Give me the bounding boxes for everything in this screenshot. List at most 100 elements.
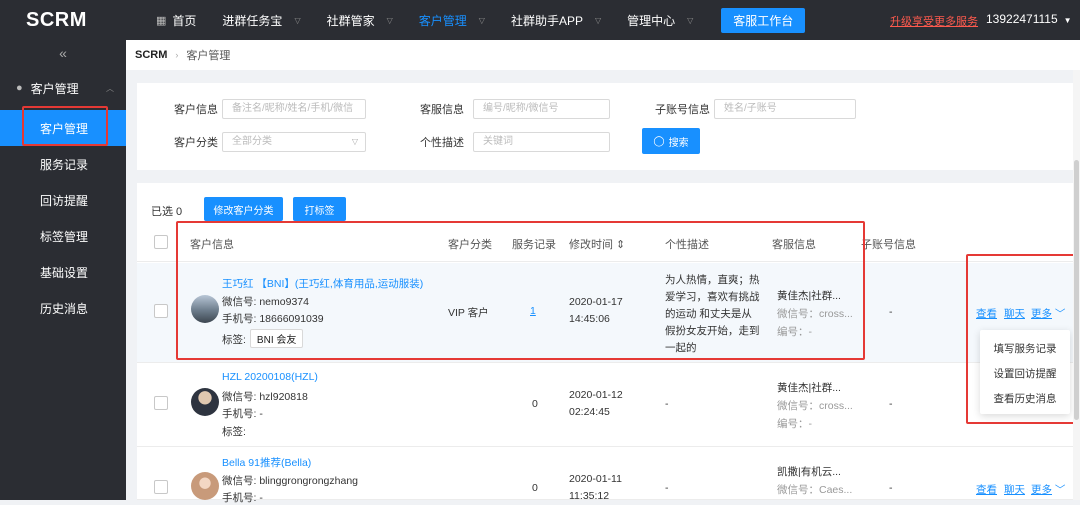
sidebar: « ● 客户管理 ︿ 客户管理 服务记录 回访提醒 标签管理 基础设置 历史消息: [0, 40, 126, 500]
chat-button[interactable]: 聊天: [1004, 482, 1025, 497]
modified-time: 11:35:12: [569, 490, 610, 502]
sidebar-item-tag-management[interactable]: 标签管理: [0, 218, 126, 254]
scrollbar-thumb[interactable]: [1074, 160, 1079, 420]
service-record-count: 0: [532, 482, 538, 494]
account-number: 13922471115: [986, 12, 1058, 26]
sidebar-item-label: 服务记录: [40, 157, 89, 172]
row-checkbox[interactable]: [154, 396, 168, 410]
search-icon: ◯: [653, 135, 665, 147]
sub-account: -: [889, 482, 893, 494]
avatar: [191, 472, 219, 500]
more-button[interactable]: 更多 ﹀: [1031, 482, 1065, 497]
sidebar-item-follow-up[interactable]: 回访提醒: [0, 182, 126, 218]
breadcrumb-root[interactable]: SCRM: [135, 49, 167, 61]
nav-community-manager-label: 社群管家: [326, 13, 375, 28]
nav-customer-management[interactable]: 客户管理 ▽: [419, 0, 485, 40]
chevron-down-icon: ▽: [386, 15, 393, 25]
sidebar-item-history[interactable]: 历史消息: [0, 290, 126, 326]
sub-account-label: 子账号信息: [655, 104, 710, 116]
nav-community-manager[interactable]: 社群管家 ▽: [327, 0, 393, 40]
highlight-annotation: [22, 106, 108, 146]
customer-info-label: 客户信息: [174, 104, 218, 116]
app-logo[interactable]: SCRM: [0, 9, 126, 32]
modified-date: 2020-01-12: [569, 389, 623, 401]
view-button[interactable]: 查看: [976, 482, 997, 497]
cs-number: 编号：-: [777, 418, 812, 430]
search-button-label: 搜索: [668, 137, 689, 149]
grid-icon: ▦: [156, 14, 167, 27]
highlight-annotation: [966, 254, 1076, 424]
avatar: [191, 388, 219, 416]
cs-info-input[interactable]: 编号/昵称/微信号: [473, 99, 610, 119]
modify-category-button[interactable]: 修改客户分类: [204, 197, 283, 221]
customer-info-input[interactable]: 备注名/昵称/姓名/手机/微信: [222, 99, 366, 119]
sidebar-group-label: 客户管理: [30, 81, 79, 96]
selected-count: 已选 0: [151, 206, 183, 218]
customer-phone: 手机号: -: [222, 408, 263, 420]
category-select-value: 全部分类: [232, 136, 272, 147]
chevron-down-icon: ▽: [351, 137, 358, 146]
tag-label: 标签:: [222, 426, 246, 438]
nav-customer-management-label: 客户管理: [418, 13, 467, 28]
collapse-sidebar-icon[interactable]: «: [0, 40, 126, 66]
sidebar-item-label: 回访提醒: [40, 193, 89, 208]
sidebar-item-service-records[interactable]: 服务记录: [0, 146, 126, 182]
personal-desc-label: 个性描述: [420, 137, 464, 149]
sub-account: -: [889, 306, 893, 318]
cs-name: 凯撒|有机云...: [777, 466, 841, 478]
filter-panel: 客户信息 备注名/昵称/姓名/手机/微信 客服信息 编号/昵称/微信号 子账号信…: [137, 83, 1073, 170]
chevron-down-icon: ▽: [687, 15, 694, 25]
add-tag-button[interactable]: 打标签: [293, 197, 346, 221]
nav-community-app[interactable]: 社群助手APP ▽: [511, 0, 601, 40]
category-select[interactable]: 全部分类 ▽: [222, 132, 366, 152]
cs-info-label: 客服信息: [420, 104, 464, 116]
breadcrumb: SCRM › 客户管理: [126, 40, 1080, 70]
highlight-annotation: [176, 221, 865, 360]
chevron-down-icon: ▽: [294, 15, 301, 25]
cs-wechat: 微信号：Caes...: [777, 484, 853, 496]
customer-phone: 手机号: -: [222, 492, 263, 504]
nav-admin-center[interactable]: 管理中心 ▽: [627, 0, 693, 40]
search-button[interactable]: ◯ 搜索: [642, 128, 700, 154]
chevron-down-icon: ▽: [594, 15, 602, 25]
personal-desc: -: [665, 482, 669, 494]
customer-wechat: 微信号: hzl920818: [222, 391, 308, 403]
cs-name: 黄佳杰|社群...: [777, 382, 841, 394]
cs-wechat: 微信号：cross...: [777, 400, 853, 412]
workbench-button[interactable]: 客服工作台: [721, 7, 806, 33]
personal-desc: -: [665, 398, 669, 410]
top-navbar: SCRM ▦ 首页 进群任务宝 ▽ 社群管家 ▽ 客户管理 ▽ 社群助手APP …: [0, 0, 1080, 40]
customer-name-link[interactable]: Bella 91推荐(Bella): [222, 455, 311, 470]
row-checkbox[interactable]: [154, 304, 168, 318]
row-checkbox[interactable]: [154, 480, 168, 494]
nav-admin-center-label: 管理中心: [627, 13, 676, 28]
top-nav: ▦ 首页 进群任务宝 ▽ 社群管家 ▽ 客户管理 ▽ 社群助手APP ▽ 管理中…: [156, 0, 806, 40]
sidebar-item-basic-settings[interactable]: 基础设置: [0, 254, 126, 290]
modified-time: 02:24:45: [569, 406, 610, 418]
modified-date: 2020-01-11: [569, 473, 622, 485]
personal-desc-input[interactable]: 关键词: [473, 132, 610, 152]
chevron-down-icon: ﹀: [1054, 484, 1066, 496]
chevron-right-icon: ›: [175, 50, 179, 60]
sidebar-item-label: 基础设置: [40, 265, 89, 280]
caret-down-icon: ▼: [1063, 16, 1072, 25]
table-row: Bella 91推荐(Bella) 微信号: blinggrongrongzha…: [137, 447, 1073, 504]
upgrade-link[interactable]: 升级享受更多服务: [890, 13, 978, 29]
category-label: 客户分类: [174, 137, 218, 149]
sub-account-input[interactable]: 姓名/子账号: [714, 99, 856, 119]
nav-home[interactable]: ▦ 首页: [156, 0, 196, 40]
table-row: HZL 20200108(HZL) 微信号: hzl920818 手机号: - …: [137, 363, 1073, 447]
sidebar-item-label: 历史消息: [40, 301, 89, 316]
sidebar-group-customer[interactable]: ● 客户管理 ︿: [0, 66, 126, 110]
service-record-count: 0: [532, 398, 538, 410]
nav-group-task[interactable]: 进群任务宝 ▽: [222, 0, 300, 40]
chevron-up-icon: ︿: [106, 83, 114, 93]
more-button-label: 更多: [1031, 484, 1052, 496]
col-sub-account: 子账号信息: [861, 239, 916, 251]
customer-name-link[interactable]: HZL 20200108(HZL): [222, 371, 318, 383]
sub-account: -: [889, 398, 893, 410]
account-menu[interactable]: 13922471115 ▼: [986, 12, 1072, 26]
select-all-checkbox[interactable]: [154, 235, 168, 249]
user-icon: ●: [16, 82, 23, 94]
chevron-down-icon: ▽: [478, 15, 485, 25]
